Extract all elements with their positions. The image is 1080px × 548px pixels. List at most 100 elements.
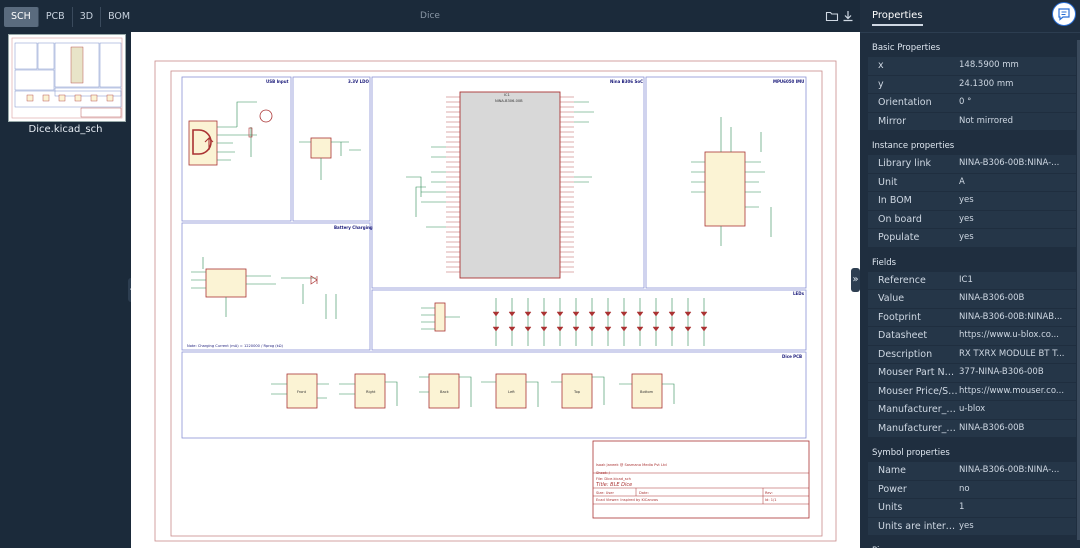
section-title[interactable]: Fields [860, 252, 1080, 272]
titleblock-date: Date: [639, 491, 649, 495]
label-ldo: 3.3V LDO [348, 79, 369, 84]
property-row[interactable]: Name NINA-B306-00B:NINA-... [868, 462, 1076, 481]
sheet-name[interactable]: Dice.kicad_sch [0, 124, 131, 135]
svg-text:IC1: IC1 [504, 93, 510, 97]
label-soc: Nina B306 SoC [610, 79, 643, 84]
panel-header: Properties [860, 0, 1080, 33]
property-row[interactable]: In BOM yes [868, 192, 1076, 211]
property-key: x [878, 60, 884, 71]
property-row[interactable]: On board yes [868, 210, 1076, 229]
property-key: Units are interc... [878, 520, 959, 532]
property-row[interactable]: Power no [868, 480, 1076, 499]
pad-front: Front [297, 390, 307, 394]
property-key: Mouser Part Nu... [878, 367, 959, 378]
property-value: RX TXRX MODULE BT T... [959, 348, 1065, 359]
download-icon[interactable] [841, 9, 855, 23]
titleblock-size: Size: User [596, 491, 614, 495]
property-key: On board [878, 213, 922, 225]
section-title[interactable]: Basic Properties [860, 37, 1080, 57]
property-section: Instance properties Library link NINA-B306… [860, 135, 1080, 248]
property-row[interactable]: Unit A [868, 173, 1076, 192]
titleblock-file: File: Dice.kicad_sch [596, 477, 631, 481]
property-key: Value [878, 293, 905, 304]
pad-right: Right [366, 390, 376, 394]
property-key: Name [878, 465, 907, 476]
property-row[interactable]: Manufacturer_P... NINA-B306-00B [868, 419, 1076, 438]
section-title[interactable]: Instance properties [860, 135, 1080, 155]
property-row[interactable]: Value NINA-B306-00B [868, 290, 1076, 309]
property-row[interactable]: x 148.5900 mm [868, 57, 1076, 76]
label-usb-input: USB Input [266, 79, 289, 84]
property-key: Mirror [878, 115, 906, 127]
sheet-sidebar: Dice.kicad_sch [0, 32, 131, 548]
pad-top: Top [573, 390, 581, 394]
property-key: Datasheet [878, 330, 928, 341]
property-value: 0 ° [959, 97, 972, 107]
property-row[interactable]: Mirror Not mirrored [868, 112, 1076, 131]
property-row[interactable]: Mouser Part Nu... 377-NINA-B306-00B [868, 364, 1076, 383]
property-row[interactable]: y 24.1300 mm [868, 75, 1076, 94]
property-section: Fields Reference IC1 Value NINA-B306-00B Foot… [860, 252, 1080, 438]
property-value: yes [959, 195, 974, 205]
collapse-right-button[interactable]: » [851, 268, 860, 292]
titleblock-sheet: Sheet: / [596, 471, 611, 475]
property-row[interactable]: Description RX TXRX MODULE BT T... [868, 345, 1076, 364]
label-dice-pcb: Dice PCB [782, 354, 802, 359]
label-leds: LEDs [793, 291, 805, 296]
property-key: Units [878, 502, 903, 513]
property-key: Reference [878, 274, 926, 286]
properties-sections: Basic Properties x 148.5900 mm y 24.1300 mm O… [860, 37, 1080, 548]
property-key: In BOM [878, 195, 912, 206]
chat-button[interactable] [1052, 2, 1076, 26]
property-value: A [959, 176, 965, 187]
property-value: https://www.u-blox.co... [959, 330, 1059, 340]
section-title[interactable]: Pins [860, 540, 1080, 548]
svg-text:NINA-B306-00B: NINA-B306-00B [495, 99, 523, 103]
property-value: NINA-B306-00B:NINA-... [959, 158, 1060, 168]
folder-icon[interactable] [825, 9, 839, 23]
property-key: Orientation [878, 97, 932, 108]
property-value: 24.1300 mm [959, 78, 1014, 89]
property-key: Mouser Price/St... [878, 385, 959, 397]
property-value: 148.5900 mm [959, 60, 1019, 70]
sheet-thumbnail[interactable] [8, 34, 126, 122]
property-key: Library link [878, 158, 932, 169]
property-key: Footprint [878, 311, 921, 323]
titleblock-rev: Rev: [765, 491, 773, 495]
label-battery: Battery Charging [334, 225, 373, 230]
property-key: Manufacturer_P... [878, 422, 959, 434]
top-toolbar: SCH PCB 3D BOM Dice [0, 0, 860, 32]
panel-title[interactable]: Properties [872, 10, 923, 26]
property-key: Populate [878, 232, 920, 243]
property-value: 377-NINA-B306-00B [959, 367, 1044, 377]
property-value: yes [959, 232, 974, 242]
properties-panel: Properties Basic Properties x 148.5900 mm y… [860, 0, 1080, 548]
schematic-canvas[interactable]: USB Input 3.3V LDO Nina B306 SoC MPU6050… [131, 32, 860, 548]
property-value: 1 [959, 502, 965, 512]
property-value: NINA-B306-00B [959, 422, 1025, 433]
property-row[interactable]: Footprint NINA-B306-00B:NINAB... [868, 308, 1076, 327]
property-row[interactable]: Manufacturer_N... u-blox [868, 401, 1076, 420]
property-value: u-blox [959, 404, 986, 414]
property-row[interactable]: Reference IC1 [868, 271, 1076, 290]
property-key: Power [878, 483, 907, 495]
chat-icon [1058, 8, 1070, 21]
pad-back: Back [440, 390, 450, 394]
property-value: NINA-B306-00B:NINAB... [959, 311, 1063, 322]
property-row[interactable]: Datasheet https://www.u-blox.co... [868, 327, 1076, 346]
property-value: Not mirrored [959, 115, 1014, 126]
titleblock-company: Isaak Janeek @ Sasmano Media Pvt Ltd [596, 463, 667, 467]
titleblock-viewer: Ecad Viewer: Inspired by KiCanvas [596, 498, 658, 502]
property-row[interactable]: Mouser Price/St... https://www.mouser.co.… [868, 382, 1076, 401]
charging-note: Note: Charging Current (mA) = 1220000 / … [187, 344, 283, 348]
property-key: Manufacturer_N... [878, 404, 959, 415]
property-key: Unit [878, 176, 898, 188]
property-row[interactable]: Library link NINA-B306-00B:NINA-... [868, 155, 1076, 174]
property-value: NINA-B306-00B:NINA-... [959, 465, 1060, 475]
property-row[interactable]: Units are interc... yes [868, 517, 1076, 536]
section-title[interactable]: Symbol properties [860, 442, 1080, 462]
property-row[interactable]: Units 1 [868, 499, 1076, 518]
property-row[interactable]: Populate yes [868, 229, 1076, 248]
property-row[interactable]: Orientation 0 ° [868, 94, 1076, 113]
property-value: yes [959, 520, 974, 531]
